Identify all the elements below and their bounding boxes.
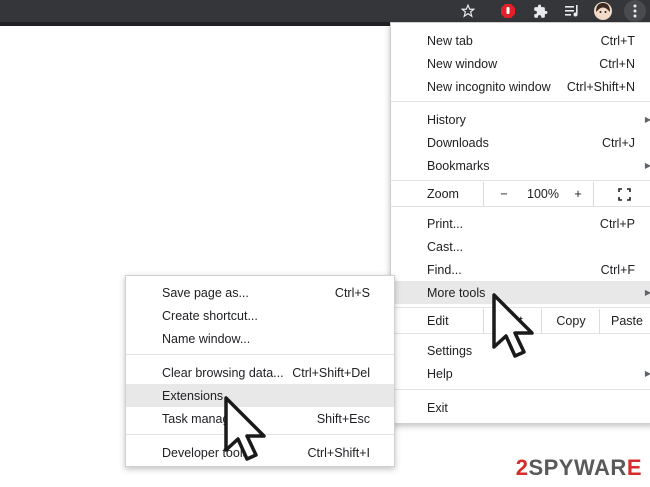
menu-separator	[391, 101, 650, 102]
browser-toolbar	[0, 0, 650, 22]
menu-item-shortcut: Ctrl+Shift+N	[566, 79, 635, 94]
menu-item-label: Save page as...	[162, 285, 249, 300]
edit-label: Edit	[427, 314, 449, 328]
mouse-pointer-icon	[224, 396, 266, 461]
zoom-out-button[interactable]: −	[483, 182, 524, 206]
copy-button[interactable]: Copy	[541, 309, 600, 333]
menu-item-shortcut: Ctrl+N	[599, 56, 635, 71]
zoom-in-button[interactable]: +	[563, 182, 593, 206]
paste-label: Paste	[611, 314, 643, 328]
submenu-item-create-shortcut[interactable]: Create shortcut...	[126, 304, 394, 327]
submenu-arrow-icon: ▶	[644, 161, 650, 170]
menu-item-help[interactable]: Help ▶	[391, 362, 650, 385]
menu-item-shortcut: Ctrl+T	[600, 33, 635, 48]
menu-item-label: New window	[427, 56, 498, 71]
menu-item-shortcut: Ctrl+J	[602, 135, 635, 150]
kebab-menu-icon[interactable]	[624, 0, 646, 22]
submenu-item-name-window[interactable]: Name window...	[126, 327, 394, 350]
menu-item-label: Clear browsing data...	[162, 365, 284, 380]
menu-item-new-tab[interactable]: New tab Ctrl+T	[391, 29, 650, 52]
watermark-suffix: E	[626, 455, 642, 480]
zoom-out-label: −	[500, 187, 508, 201]
submenu-arrow-icon: ▶	[644, 369, 650, 378]
zoom-in-label: +	[574, 187, 582, 201]
media-queue-icon[interactable]	[562, 0, 582, 22]
menu-separator	[391, 389, 650, 390]
submenu-arrow-icon: ▶	[644, 115, 650, 124]
menu-item-shortcut: Ctrl+F	[600, 262, 635, 277]
menu-item-shortcut: Shift+Esc	[316, 411, 370, 426]
watermark-main: SPYWAR	[528, 455, 627, 480]
zoom-value-text: 100%	[527, 187, 559, 201]
menu-separator	[391, 206, 650, 207]
adblock-icon[interactable]	[498, 0, 518, 22]
submenu-item-clear-browsing-data[interactable]: Clear browsing data... Ctrl+Shift+Del	[126, 361, 394, 384]
chrome-main-menu: New tab Ctrl+T New window Ctrl+N New inc…	[390, 22, 650, 424]
menu-item-label: Help	[427, 366, 453, 381]
paste-button[interactable]: Paste	[599, 309, 650, 333]
fullscreen-icon	[617, 187, 631, 201]
menu-separator	[391, 180, 650, 181]
menu-item-shortcut: Ctrl+P	[599, 216, 635, 231]
menu-item-label: Exit	[427, 400, 448, 415]
menu-item-cast[interactable]: Cast...	[391, 235, 650, 258]
menu-item-label: New incognito window	[427, 79, 551, 94]
menu-item-print[interactable]: Print... Ctrl+P	[391, 212, 650, 235]
menu-item-label: More tools	[427, 285, 486, 300]
menu-item-bookmarks[interactable]: Bookmarks ▶	[391, 154, 650, 177]
menu-row-zoom: Zoom − 100% +	[391, 182, 650, 206]
mouse-pointer-icon	[492, 293, 534, 358]
menu-item-label: Print...	[427, 216, 464, 231]
menu-item-exit[interactable]: Exit	[391, 396, 650, 419]
menu-item-label: Bookmarks	[427, 158, 490, 173]
menu-item-new-incognito-window[interactable]: New incognito window Ctrl+Shift+N	[391, 75, 650, 98]
watermark-logo: 2SPYWARE	[516, 455, 642, 481]
zoom-label: Zoom	[427, 187, 459, 201]
menu-item-label: Create shortcut...	[162, 308, 258, 323]
profile-avatar[interactable]	[592, 0, 614, 22]
menu-item-label: New tab	[427, 33, 473, 48]
menu-item-label: Extensions	[162, 388, 224, 403]
puzzle-extensions-icon[interactable]	[530, 0, 550, 22]
menu-item-downloads[interactable]: Downloads Ctrl+J	[391, 131, 650, 154]
menu-item-shortcut: Ctrl+S	[334, 285, 370, 300]
submenu-arrow-icon: ▶	[644, 288, 650, 297]
menu-item-new-window[interactable]: New window Ctrl+N	[391, 52, 650, 75]
menu-item-find[interactable]: Find... Ctrl+F	[391, 258, 650, 281]
watermark-prefix: 2	[515, 455, 529, 480]
zoom-level-value: 100%	[523, 182, 563, 206]
menu-item-label: Cast...	[427, 239, 464, 254]
star-icon[interactable]	[458, 0, 478, 22]
fullscreen-button[interactable]	[593, 182, 650, 206]
menu-item-shortcut: Ctrl+Shift+Del	[292, 365, 370, 380]
menu-item-label: Downloads	[427, 135, 489, 150]
menu-item-label: Name window...	[162, 331, 251, 346]
menu-item-label: Find...	[427, 262, 462, 277]
menu-item-shortcut: Ctrl+Shift+I	[307, 445, 370, 460]
menu-item-label: Settings	[427, 343, 473, 358]
menu-separator	[126, 354, 394, 355]
submenu-item-save-page[interactable]: Save page as... Ctrl+S	[126, 281, 394, 304]
menu-item-label: History	[427, 112, 466, 127]
menu-item-history[interactable]: History ▶	[391, 108, 650, 131]
copy-label: Copy	[556, 314, 586, 328]
